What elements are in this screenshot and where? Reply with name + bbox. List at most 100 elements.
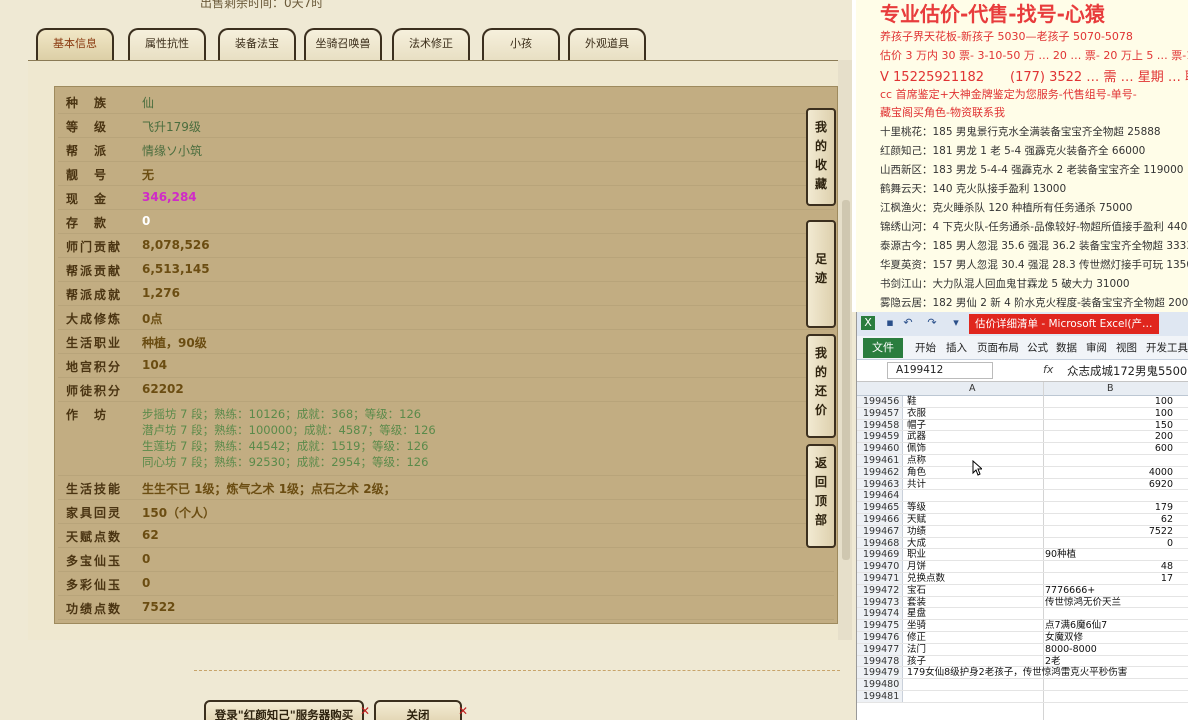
my-favorites-button[interactable]: 我的收藏 bbox=[806, 108, 836, 206]
tab-home[interactable]: 开始 bbox=[915, 340, 936, 355]
tab-page-layout[interactable]: 页面布局 bbox=[977, 340, 1019, 355]
row-number[interactable]: 199481 bbox=[857, 690, 903, 702]
tab-children[interactable]: 小孩 bbox=[482, 28, 560, 60]
footprints-button[interactable]: 足迹 bbox=[806, 220, 836, 328]
customize-dropdown-icon[interactable]: ▾ bbox=[949, 316, 963, 330]
row-number[interactable]: 199479 bbox=[857, 667, 903, 678]
row-number[interactable]: 199472 bbox=[857, 584, 903, 596]
cell-a[interactable]: 共计 bbox=[907, 479, 1043, 491]
tab-spell-mods[interactable]: 法术修正 bbox=[392, 28, 470, 60]
cell-b[interactable]: 女魔双修 bbox=[1045, 632, 1173, 644]
cell-a[interactable]: 套装 bbox=[907, 597, 1043, 609]
cell-b[interactable]: 179 bbox=[1045, 502, 1173, 514]
cell-a[interactable]: 法门 bbox=[907, 644, 1043, 656]
column-a-header[interactable]: A bbox=[969, 383, 976, 394]
cell-b[interactable]: 150 bbox=[1045, 420, 1173, 432]
cell-a[interactable]: 兑换点数 bbox=[907, 573, 1043, 585]
cell-a[interactable]: 179女仙8级护身2老孩子，传世惊鸿雷克火平秒伤害 bbox=[907, 667, 1127, 679]
login-purchase-button[interactable]: 登录"红颜知己"服务器购买 bbox=[204, 700, 364, 720]
row-number[interactable]: 199457 bbox=[857, 407, 903, 419]
cell-a[interactable]: 大成 bbox=[907, 538, 1043, 550]
row-number[interactable]: 199456 bbox=[857, 396, 903, 407]
cell-b[interactable]: 传世惊鸿无价天兰 bbox=[1045, 597, 1173, 609]
row-number[interactable]: 199469 bbox=[857, 549, 903, 560]
row-number[interactable]: 199474 bbox=[857, 608, 903, 619]
cell-b[interactable]: 48 bbox=[1045, 561, 1173, 573]
info-row: 地宫积分 104 bbox=[58, 354, 834, 378]
row-number[interactable]: 199478 bbox=[857, 655, 903, 667]
row-number[interactable]: 199458 bbox=[857, 419, 903, 431]
tab-formulas[interactable]: 公式 bbox=[1027, 340, 1048, 355]
tab-basic-info[interactable]: 基本信息 bbox=[36, 28, 114, 60]
row-number[interactable]: 199459 bbox=[857, 431, 903, 442]
tab-attributes[interactable]: 属性抗性 bbox=[128, 28, 206, 60]
cell-b[interactable]: 200 bbox=[1045, 431, 1173, 443]
tab-developer[interactable]: 开发工具 bbox=[1146, 340, 1188, 355]
tab-review[interactable]: 审阅 bbox=[1086, 340, 1107, 355]
cell-a[interactable]: 等级 bbox=[907, 502, 1043, 514]
cell-a[interactable]: 佩饰 bbox=[907, 443, 1043, 455]
row-number[interactable]: 199465 bbox=[857, 502, 903, 513]
row-number[interactable]: 199480 bbox=[857, 679, 903, 690]
cell-a[interactable]: 坐骑 bbox=[907, 620, 1043, 632]
row-number[interactable]: 199466 bbox=[857, 513, 903, 525]
cell-b[interactable]: 4000 bbox=[1045, 467, 1173, 479]
row-number[interactable]: 199477 bbox=[857, 643, 903, 655]
row-number[interactable]: 199471 bbox=[857, 572, 903, 584]
cell-a[interactable]: 帽子 bbox=[907, 420, 1043, 432]
undo-icon[interactable]: ↶ bbox=[901, 316, 915, 330]
back-to-top-button[interactable]: 返回顶部 bbox=[806, 444, 836, 548]
cell-b[interactable]: 点7满6魔6仙7 bbox=[1045, 620, 1173, 632]
row-number[interactable]: 199462 bbox=[857, 466, 903, 478]
tab-appearance[interactable]: 外观道具 bbox=[568, 28, 646, 60]
cell-a[interactable]: 功绩 bbox=[907, 526, 1043, 538]
row-number[interactable]: 199476 bbox=[857, 631, 903, 643]
save-icon[interactable]: ▪ bbox=[883, 316, 897, 330]
column-b-header[interactable]: B bbox=[1107, 383, 1114, 394]
row-number[interactable]: 199460 bbox=[857, 443, 903, 454]
my-offers-button[interactable]: 我的还价 bbox=[806, 334, 836, 438]
cell-a[interactable]: 月饼 bbox=[907, 561, 1043, 573]
cell-b[interactable]: 17 bbox=[1045, 573, 1173, 585]
row-number[interactable]: 199468 bbox=[857, 537, 903, 549]
cell-b[interactable]: 62 bbox=[1045, 514, 1173, 526]
row-number[interactable]: 199475 bbox=[857, 620, 903, 631]
cell-a[interactable]: 鞋 bbox=[907, 396, 1043, 408]
row-number[interactable]: 199463 bbox=[857, 478, 903, 490]
tab-view[interactable]: 视图 bbox=[1116, 340, 1137, 355]
row-number[interactable]: 199461 bbox=[857, 454, 903, 466]
cell-b[interactable]: 2老 bbox=[1045, 656, 1173, 668]
cell-a[interactable]: 修正 bbox=[907, 632, 1043, 644]
cell-b[interactable]: 600 bbox=[1045, 443, 1173, 455]
tab-data[interactable]: 数据 bbox=[1056, 340, 1077, 355]
cell-b[interactable]: 100 bbox=[1045, 408, 1173, 420]
scrollbar-thumb[interactable] bbox=[842, 200, 850, 560]
cell-b[interactable]: 90种植 bbox=[1045, 549, 1173, 561]
tab-insert[interactable]: 插入 bbox=[946, 340, 967, 355]
cell-a[interactable]: 职业 bbox=[907, 549, 1043, 561]
cell-a[interactable]: 武器 bbox=[907, 431, 1043, 443]
cell-b[interactable]: 8000-8000 bbox=[1045, 644, 1173, 656]
close-button[interactable]: 关闭 bbox=[374, 700, 462, 720]
tab-mounts-pets[interactable]: 坐骑召唤兽 bbox=[304, 28, 382, 60]
cell-b[interactable]: 100 bbox=[1045, 396, 1173, 408]
cell-a[interactable]: 星盘 bbox=[907, 608, 1043, 620]
redo-icon[interactable]: ↷ bbox=[925, 316, 939, 330]
cell-b[interactable]: 6920 bbox=[1045, 479, 1173, 491]
cell-a[interactable]: 天赋 bbox=[907, 514, 1043, 526]
cell-b[interactable]: 7776666+ bbox=[1045, 585, 1173, 597]
row-number[interactable]: 199464 bbox=[857, 490, 903, 501]
tab-equipment[interactable]: 装备法宝 bbox=[218, 28, 296, 60]
row-number[interactable]: 199467 bbox=[857, 525, 903, 537]
file-tab[interactable]: 文件 bbox=[863, 338, 903, 358]
cell-a[interactable]: 宝石 bbox=[907, 585, 1043, 597]
row-number[interactable]: 199473 bbox=[857, 596, 903, 608]
cell-b[interactable]: 0 bbox=[1045, 538, 1173, 550]
cell-a[interactable]: 衣服 bbox=[907, 408, 1043, 420]
formula-input[interactable]: 众志成城172男鬼5500 bbox=[1067, 363, 1187, 379]
row-number[interactable]: 199470 bbox=[857, 561, 903, 572]
cell-a[interactable]: 孩子 bbox=[907, 656, 1043, 668]
cell-b[interactable]: 7522 bbox=[1045, 526, 1173, 538]
name-box[interactable]: A199412 bbox=[887, 362, 993, 379]
fx-icon[interactable]: fx bbox=[1043, 363, 1053, 376]
